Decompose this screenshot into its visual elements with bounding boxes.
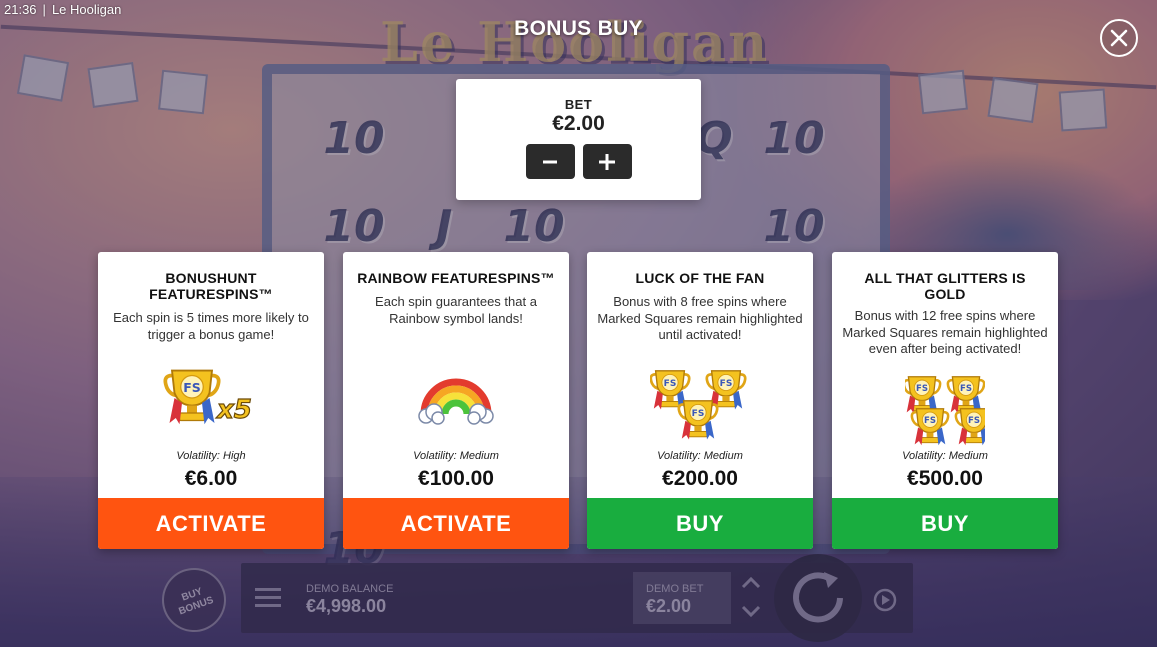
rainbow-icon: [343, 352, 569, 442]
price: €100.00: [418, 467, 494, 490]
close-icon: [1110, 29, 1128, 47]
price: €6.00: [184, 467, 238, 490]
card-title: LUCK OF THE FAN: [635, 270, 765, 286]
card-description: Each spin is 5 times more likely to trig…: [113, 310, 309, 342]
price: €500.00: [907, 467, 983, 490]
card-description: Bonus with 12 free spins where Marked Sq…: [842, 308, 1048, 356]
minus-icon: [543, 160, 557, 163]
status-bar: 21:36 | Le Hooligan: [0, 0, 125, 18]
volatility: Volatility: Medium: [413, 450, 499, 462]
app-title: Le Hooligan: [51, 1, 122, 17]
status-separator: |: [42, 1, 46, 17]
bet-controls: [456, 144, 701, 179]
trophy-x5-icon: x5: [98, 352, 324, 442]
bonus-card-all-that-glitters: ALL THAT GLITTERS IS GOLD Bonus with 12 …: [832, 252, 1058, 549]
buy-button[interactable]: BUY: [587, 498, 813, 549]
card-description: Bonus with 8 free spins where Marked Squ…: [597, 294, 803, 342]
bonus-card-luck-of-the-fan: LUCK OF THE FAN Bonus with 8 free spins …: [587, 252, 813, 549]
svg-text:x5: x5: [215, 395, 252, 425]
three-trophies-icon: [587, 360, 813, 450]
card-title: RAINBOW FEATURESPINS™: [357, 270, 555, 286]
increase-bet-button[interactable]: [582, 144, 632, 179]
volatility: Volatility: Medium: [657, 450, 743, 462]
volatility: Volatility: Medium: [902, 450, 988, 462]
card-description: Each spin guarantees that a Rainbow symb…: [375, 294, 537, 326]
activate-button[interactable]: ACTIVATE: [343, 498, 569, 549]
plus-icon: [599, 153, 615, 170]
four-trophies-icon: [832, 366, 1058, 456]
bonus-card-rainbow: RAINBOW FEATURESPINS™ Each spin guarante…: [343, 252, 569, 549]
close-button[interactable]: [1100, 19, 1138, 57]
card-title: BONUSHUNT FEATURESPINS™: [149, 270, 273, 302]
card-title: ALL THAT GLITTERS IS GOLD: [864, 270, 1026, 302]
decrease-bet-button[interactable]: [525, 144, 575, 179]
bet-panel: BET €2.00: [456, 79, 701, 200]
volatility: Volatility: High: [176, 450, 246, 462]
bet-value: €2.00: [552, 112, 605, 135]
activate-button[interactable]: ACTIVATE: [98, 498, 324, 549]
bonus-card-bonushunt: BONUSHUNT FEATURESPINS™ Each spin is 5 t…: [98, 252, 324, 549]
bet-label: BET: [564, 97, 593, 112]
price: €200.00: [662, 467, 738, 490]
clock: 21:36: [4, 1, 37, 17]
buy-button[interactable]: BUY: [832, 498, 1058, 549]
dialog-title: BONUS BUY: [514, 17, 643, 40]
